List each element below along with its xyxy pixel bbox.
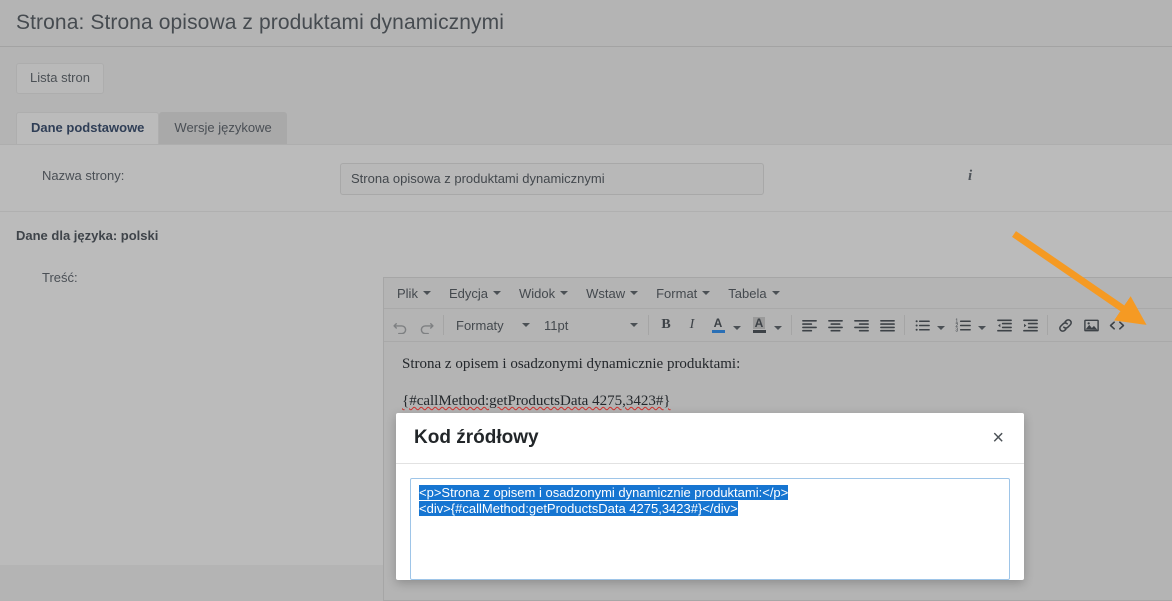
chevron-down-icon	[630, 323, 638, 327]
background-color-button[interactable]: A	[746, 313, 772, 337]
editor-menubar: Plik Edycja Widok Wstaw Format Tabela	[384, 278, 1172, 309]
list-pages-button[interactable]: Lista stron	[16, 63, 104, 95]
dialog-title: Kod źródłowy	[414, 427, 539, 448]
page-title: Strona: Strona opisowa z produktami dyna…	[16, 11, 505, 34]
toolbar-separator	[1047, 315, 1048, 335]
numbered-list-dropdown[interactable]	[976, 318, 991, 333]
code-line: <p>Strona z opisem i osadzonymi dynamicz…	[419, 485, 789, 500]
svg-text:3: 3	[955, 327, 958, 333]
numbered-list-split[interactable]: 1 2 3	[950, 313, 991, 337]
italic-button[interactable]: I	[679, 313, 705, 337]
menu-label: Tabela	[728, 285, 767, 301]
text-color-label: A	[713, 316, 723, 330]
dialog-header: Kod źródłowy ×	[396, 413, 1024, 464]
redo-icon[interactable]	[413, 313, 439, 337]
outdent-icon[interactable]	[991, 313, 1017, 337]
menu-label: Edycja	[448, 285, 488, 301]
tab-label: Wersje językowe	[174, 120, 272, 136]
menu-tabela[interactable]: Tabela	[719, 282, 788, 305]
chevron-down-icon	[937, 325, 945, 330]
menu-label: Wstaw	[586, 285, 626, 301]
image-icon[interactable]	[1078, 313, 1104, 337]
fontsize-label: 11pt	[544, 317, 569, 333]
chevron-down-icon	[560, 291, 569, 295]
chevron-down-icon	[630, 291, 639, 295]
source-code-icon[interactable]	[1104, 313, 1130, 337]
page-name-label: Nazwa strony:	[42, 168, 125, 184]
menu-format[interactable]: Format	[647, 282, 719, 305]
content-label: Treść:	[42, 270, 78, 286]
text-color-dropdown[interactable]	[731, 318, 746, 333]
bold-label: B	[661, 317, 671, 332]
toolbar-separator	[648, 315, 649, 335]
align-left-icon[interactable]	[796, 313, 822, 337]
chevron-down-icon	[492, 291, 501, 295]
bullet-list-dropdown[interactable]	[935, 318, 950, 333]
form-row-page-name: Nazwa strony: i	[0, 145, 1172, 213]
chevron-down-icon	[702, 291, 711, 295]
background-color-split[interactable]: A	[746, 313, 787, 337]
indent-icon[interactable]	[1017, 313, 1043, 337]
bullet-list-icon[interactable]	[909, 313, 935, 337]
chevron-down-icon	[774, 325, 782, 330]
page-name-control: i	[340, 163, 1172, 196]
formats-label: Formaty	[456, 317, 504, 333]
code-line: <div>{#callMethod:getProductsData 4275,3…	[419, 501, 738, 517]
link-icon[interactable]	[1052, 313, 1078, 337]
editor-paragraph: Strona z opisem i osadzonymi dynamicznie…	[402, 356, 741, 372]
dialog-body: <p>Strona z opisem i osadzonymi dynamicz…	[396, 464, 1024, 580]
align-justify-icon[interactable]	[874, 313, 900, 337]
bullet-list-split[interactable]	[909, 313, 950, 337]
chevron-down-icon	[733, 325, 741, 330]
menu-edycja[interactable]: Edycja	[440, 282, 510, 305]
bold-button[interactable]: B	[653, 313, 679, 337]
chevron-down-icon	[771, 291, 780, 295]
chevron-down-icon	[978, 325, 986, 330]
source-code-dialog: Kod źródłowy × <p>Strona z opisem i osad…	[396, 413, 1024, 580]
close-icon[interactable]: ×	[990, 428, 1006, 448]
numbered-list-icon[interactable]: 1 2 3	[950, 313, 976, 337]
action-bar: Lista stron	[0, 47, 1172, 95]
menu-wstaw[interactable]: Wstaw	[577, 282, 647, 305]
text-color-split[interactable]: A	[705, 313, 746, 337]
tab-bar: Dane podstawowe Wersje językowe	[0, 110, 1172, 146]
tab-wersje-jezykowe[interactable]: Wersje językowe	[159, 112, 287, 146]
editor-toolbar: Formaty 11pt B I A A 1 2 3	[384, 309, 1172, 342]
menu-label: Plik	[397, 285, 418, 301]
page-header: Strona: Strona opisowa z produktami dyna…	[0, 0, 1172, 47]
background-color-label: A	[752, 316, 766, 330]
align-center-icon[interactable]	[822, 313, 848, 337]
text-color-swatch	[711, 330, 725, 333]
toolbar-separator	[443, 315, 444, 335]
menu-plik[interactable]: Plik	[388, 282, 440, 305]
menu-label: Format	[656, 285, 698, 301]
formats-dropdown[interactable]: Formaty	[448, 315, 536, 336]
chevron-down-icon	[522, 323, 530, 327]
chevron-down-icon	[422, 291, 431, 295]
toolbar-separator	[904, 315, 905, 335]
source-code-textarea[interactable]: <p>Strona z opisem i osadzonymi dynamicz…	[410, 478, 1010, 580]
undo-icon[interactable]	[387, 313, 413, 337]
fontsize-dropdown[interactable]: 11pt	[536, 315, 644, 336]
page-name-input[interactable]	[340, 163, 764, 196]
toolbar-separator	[791, 315, 792, 335]
tab-label: Dane podstawowe	[31, 120, 145, 136]
menu-label: Widok	[518, 285, 556, 301]
info-icon[interactable]: i	[968, 168, 972, 185]
background-color-dropdown[interactable]	[772, 318, 787, 333]
align-right-icon[interactable]	[848, 313, 874, 337]
language-section-heading: Dane dla języka: polski	[16, 228, 159, 244]
background-color-swatch	[752, 330, 766, 333]
tab-dane-podstawowe[interactable]: Dane podstawowe	[16, 112, 160, 146]
menu-widok[interactable]: Widok	[510, 282, 577, 305]
italic-label: I	[689, 317, 695, 332]
editor-paragraph-dynamic-call: {#callMethod:getProductsData 4275,3423#}	[402, 393, 671, 409]
text-color-button[interactable]: A	[705, 313, 731, 337]
